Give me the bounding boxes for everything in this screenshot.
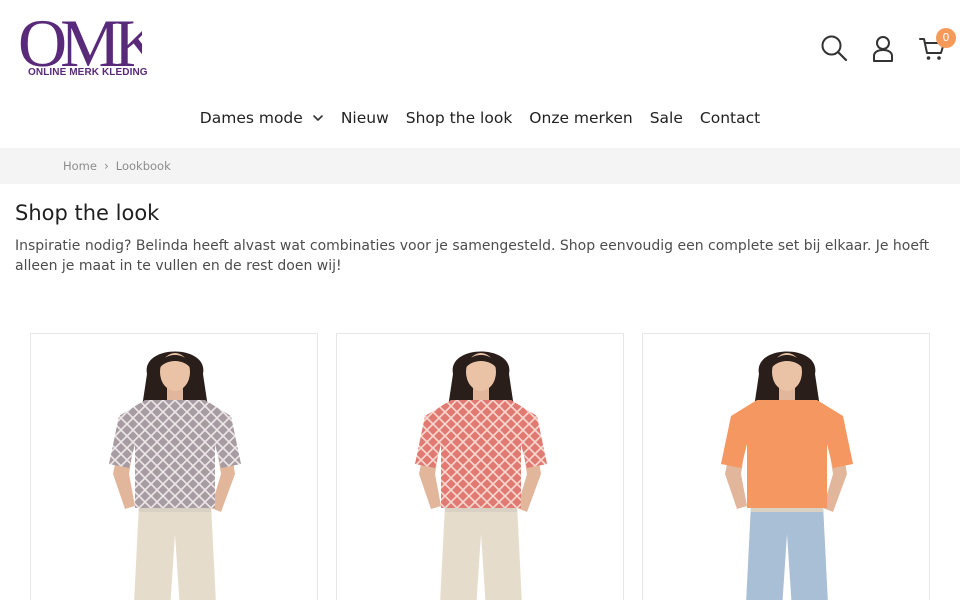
nav-item-dames-mode[interactable]: Dames mode: [200, 109, 324, 127]
nav-item-nieuw[interactable]: Nieuw: [341, 109, 389, 127]
user-icon: [873, 36, 893, 62]
nav-item-label: Contact: [699, 109, 761, 127]
breadcrumb-home[interactable]: Home: [63, 159, 97, 173]
nav-item-contact[interactable]: Contact: [700, 109, 760, 127]
page-title: Shop the look: [15, 201, 160, 225]
search-icon: [821, 35, 848, 62]
cart-count-badge: 0: [936, 28, 956, 48]
logo-letters: OMK: [18, 10, 142, 68]
header-actions: 0: [799, 28, 956, 68]
pants: [134, 504, 216, 600]
look-card[interactable]: [336, 333, 624, 600]
site-header: OMK ONLINE MERK KLEDING 0 Dames mode Nie…: [0, 0, 960, 148]
breadcrumb-current: Lookbook: [115, 159, 171, 173]
account-button[interactable]: [869, 34, 897, 62]
pants: [440, 504, 522, 600]
nav-item-label: Sale: [649, 109, 683, 127]
nav-item-label: Shop the look: [405, 109, 513, 127]
nav-item-shop-the-look[interactable]: Shop the look: [406, 109, 513, 127]
nav-item-label: Onze merken: [529, 109, 633, 127]
nav-item-sale[interactable]: Sale: [650, 109, 683, 127]
look-photo: [415, 351, 547, 600]
nav-item-onze-merken[interactable]: Onze merken: [529, 109, 632, 127]
look-photo: [721, 351, 853, 600]
look-card[interactable]: [30, 333, 318, 600]
chevron-right-icon: ›: [103, 159, 109, 173]
cart-button[interactable]: 0: [918, 28, 956, 62]
look-photo: [109, 351, 241, 600]
nav-item-label: Dames mode: [199, 109, 303, 127]
search-button[interactable]: [820, 34, 848, 62]
breadcrumb: Home › Lookbook: [0, 148, 960, 184]
site-logo[interactable]: OMK ONLINE MERK KLEDING: [18, 10, 148, 82]
chevron-down-icon: [313, 115, 323, 121]
main-nav: Dames mode Nieuw Shop the look Onze merk…: [0, 104, 960, 132]
logo-mark: OMK: [18, 10, 142, 68]
logo-tagline: ONLINE MERK KLEDING: [28, 67, 148, 78]
look-card[interactable]: [642, 333, 930, 600]
look-grid: [30, 333, 930, 600]
pants: [746, 504, 828, 600]
nav-item-label: Nieuw: [340, 109, 389, 127]
page-intro: Inspiratie nodig? Belinda heeft alvast w…: [15, 238, 930, 274]
